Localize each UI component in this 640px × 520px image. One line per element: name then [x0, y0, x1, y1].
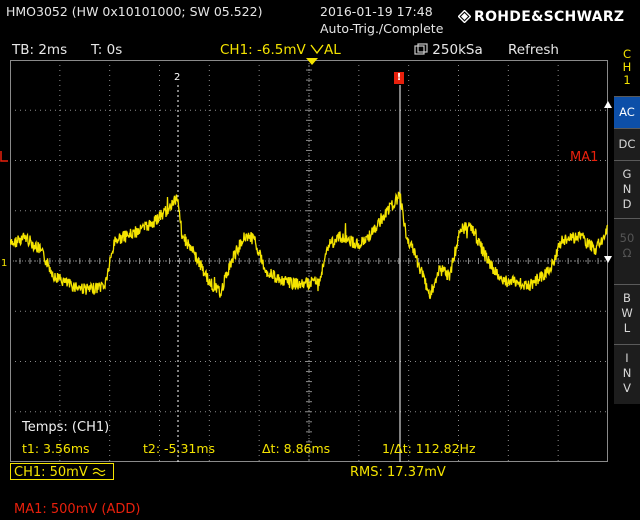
trigger-level-text: CH1: -6.5mV [220, 42, 306, 58]
cursor-t2: t2: -5.31ms [143, 441, 216, 456]
waveform-display[interactable] [10, 60, 608, 462]
ch1-trigger-right-icon [604, 256, 612, 263]
trigger-status: Auto-Trig./Complete [320, 21, 444, 36]
trigger-position-marker[interactable]: ! [394, 72, 404, 84]
cursor-readout-title: Temps: (CH1) [22, 420, 110, 435]
graticule [10, 60, 608, 462]
invert-button[interactable]: I N V [614, 344, 640, 404]
acquisition-mode[interactable]: Refresh [508, 42, 559, 58]
trigger-level-top-icon [306, 58, 318, 65]
rs-diamond-icon [458, 10, 471, 23]
coupling-ac-button[interactable]: AC [614, 96, 640, 128]
ch1-ground-marker[interactable]: 1 [1, 258, 7, 269]
sample-rate: 250kSa [432, 42, 483, 58]
ch1-scale-text: CH1: 50mV [14, 465, 88, 480]
cursor-t1: t1: 3.56ms [22, 441, 90, 456]
brand-text: ROHDE&SCHWARZ [474, 9, 625, 25]
rms-measurement: RMS: 17.37mV [350, 465, 446, 480]
timebase[interactable]: TB: 2ms [12, 42, 67, 58]
memory-icon [414, 43, 428, 55]
bandwidth-limit-button[interactable]: B W L [614, 284, 640, 344]
scroll-up-icon[interactable] [603, 100, 613, 110]
channel-side-menu: C H 1 AC DC G N D 50 Ω B W L I N V [614, 40, 640, 480]
cursor-delta-t: Δt: 8.86ms [262, 441, 331, 456]
coupling-dc-button[interactable]: DC [614, 128, 640, 160]
cursor2-marker[interactable]: 2 [174, 72, 180, 83]
impedance-50ohm-button[interactable]: 50 Ω [614, 218, 640, 284]
ma1-scale-indicator[interactable]: MA1: 500mV (ADD) [14, 502, 140, 517]
channel-label: C H 1 [622, 47, 632, 87]
date-time: 2016-01-19 17:48 [320, 4, 433, 19]
ac-coupling-icon [92, 467, 106, 477]
device-id: HMO3052 (HW 0x10101000; SW 05.522) [6, 4, 263, 19]
ch1-scale-indicator[interactable]: CH1: 50mV [10, 463, 114, 480]
brand-logo: ROHDE&SCHWARZ [458, 9, 624, 25]
measurement-cursors[interactable] [177, 85, 401, 462]
coupling-gnd-button[interactable]: G N D [614, 160, 640, 218]
datetime-status: 2016-01-19 17:48 Auto-Trig./Complete [320, 3, 443, 37]
coupling-text: AL [324, 42, 341, 58]
acquisition-rate[interactable]: 250kSa [414, 42, 483, 58]
trigger-time[interactable]: T: 0s [91, 42, 122, 58]
cursor-inverse-delta-t: 1/Δt: 112.82Hz [382, 441, 476, 456]
ch1-trigger-level[interactable]: CH1: -6.5mV AL [220, 42, 341, 58]
ma1-ground-marker-icon[interactable] [0, 150, 10, 164]
rising-edge-icon [310, 44, 324, 55]
ma1-trace-label: MA1 [570, 150, 599, 165]
